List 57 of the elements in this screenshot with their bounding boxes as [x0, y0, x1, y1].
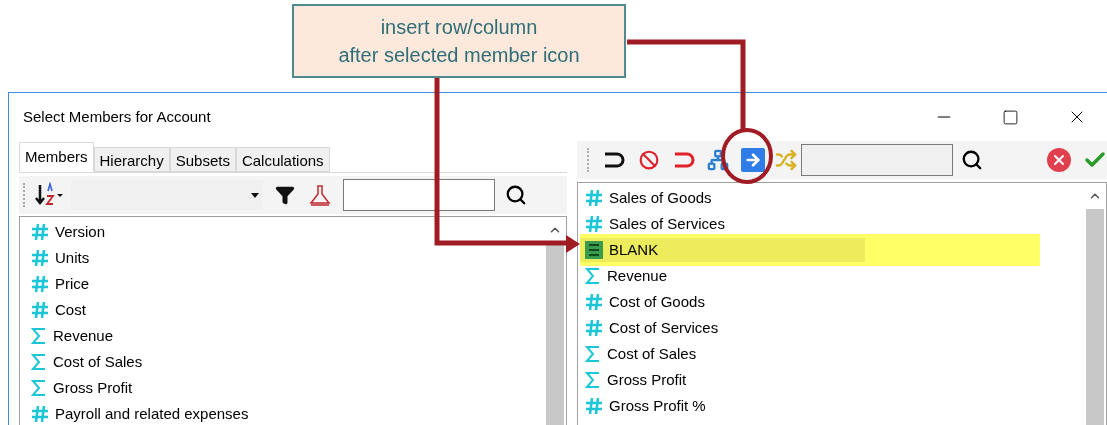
list-item[interactable]: Sales of Goods: [580, 186, 712, 210]
hash-icon: [31, 301, 49, 319]
list-item[interactable]: Cost of Goods: [580, 290, 705, 314]
list-item[interactable]: Gross Profit: [580, 368, 687, 392]
tab[interactable]: Hierarchy: [93, 147, 170, 172]
hash-icon: [31, 223, 49, 241]
list-item[interactable]: Revenue: [26, 324, 114, 348]
list-item[interactable]: Gross Profit %: [580, 394, 706, 418]
hash-icon: [585, 397, 603, 415]
list-item[interactable]: Revenue: [580, 264, 668, 288]
list-item[interactable]: Cost of Sales: [26, 350, 143, 374]
list-item[interactable]: BLANK: [580, 238, 865, 262]
list-item[interactable]: Sales of Services: [580, 212, 725, 236]
list-item[interactable]: Version: [26, 220, 106, 244]
search-icon[interactable]: [961, 149, 983, 171]
list-item[interactable]: Cost: [26, 298, 86, 322]
sigma-icon: [31, 353, 47, 371]
hash-icon: [31, 405, 49, 423]
search-icon[interactable]: [505, 184, 527, 206]
tab[interactable]: Calculations: [235, 147, 330, 172]
scrollbar-thumb[interactable]: [1086, 209, 1104, 425]
sigma-icon: [585, 345, 601, 363]
tab[interactable]: Subsets: [169, 147, 236, 172]
blank-member-icon: [585, 241, 603, 259]
maximize-icon[interactable]: [1002, 108, 1019, 126]
list-item[interactable]: Units: [26, 246, 90, 270]
search-field[interactable]: [801, 144, 953, 176]
bracket-icon[interactable]: [603, 152, 625, 168]
cancel-icon[interactable]: [1047, 148, 1071, 172]
hash-icon: [585, 215, 603, 233]
hash-icon: [585, 293, 603, 311]
hash-icon: [31, 249, 49, 267]
search-field[interactable]: [343, 179, 495, 211]
sort-icon[interactable]: [35, 182, 65, 208]
list-item[interactable]: Gross Profit: [26, 376, 133, 400]
sigma-icon: [585, 267, 601, 285]
list-item[interactable]: Cost of Sales: [580, 342, 697, 366]
hierarchy-icon[interactable]: [707, 149, 729, 171]
list-item[interactable]: Price: [26, 272, 90, 296]
list-item[interactable]: Cost of Services: [580, 316, 719, 340]
dropdown-field[interactable]: [71, 180, 263, 210]
hash-icon: [585, 319, 603, 337]
arrow-right-icon[interactable]: [741, 148, 765, 172]
highlight-circle: [721, 128, 773, 184]
caret-icon: [251, 192, 259, 198]
scrollbar-thumb[interactable]: [546, 243, 564, 425]
tab[interactable]: Members: [19, 142, 94, 172]
ban-icon[interactable]: [639, 150, 659, 170]
callout-box: insert row/column after selected member icon: [292, 4, 626, 78]
hash-icon: [585, 189, 603, 207]
sigma-icon: [31, 327, 47, 345]
list-item[interactable]: Payroll and related expenses: [26, 402, 249, 425]
hash-icon: [31, 275, 49, 293]
sigma-icon: [585, 371, 601, 389]
filter-icon[interactable]: [275, 185, 295, 205]
sigma-icon: [31, 379, 47, 397]
window-title: Select Members for Account: [23, 106, 211, 127]
